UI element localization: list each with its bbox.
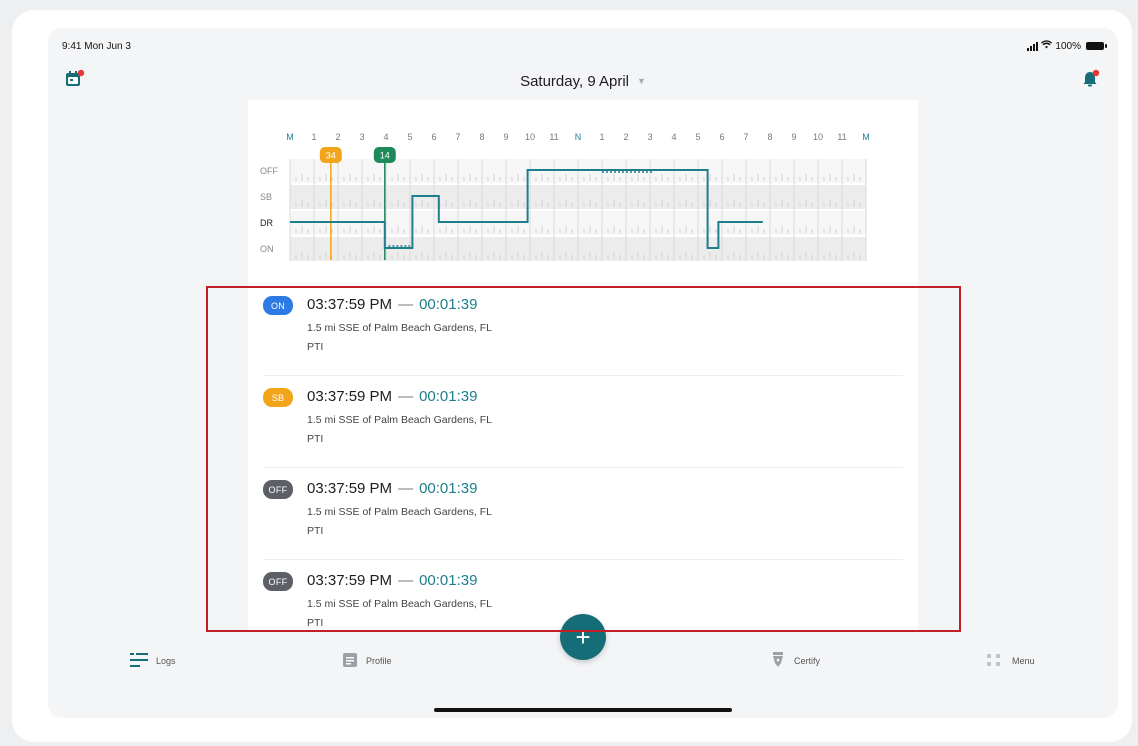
- event-location: 1.5 mi SSE of Palm Beach Gardens, FL: [307, 506, 493, 518]
- marker-label: 34: [326, 151, 336, 161]
- tab-certify-label: Certify: [794, 656, 821, 666]
- hour-tick-label: 1: [599, 132, 604, 142]
- home-indicator: [434, 708, 732, 712]
- event-time: 03:37:59 PM: [307, 480, 393, 497]
- add-event-button[interactable]: +: [560, 614, 606, 660]
- notification-bell-icon[interactable]: [1080, 68, 1102, 90]
- hour-tick-label: 2: [623, 132, 628, 142]
- event-duration: 00:01:39: [419, 572, 478, 589]
- event-note: PTI: [307, 341, 324, 353]
- event-row[interactable]: ON 03:37:59 PM — 00:01:39 1.5 mi SSE of Pa…: [263, 284, 903, 376]
- marker-label: 14: [380, 151, 390, 161]
- hour-tick-label: 1: [311, 132, 316, 142]
- tab-profile[interactable]: Profile: [342, 652, 392, 670]
- tab-certify[interactable]: Certify: [770, 652, 820, 670]
- tab-logs-label: Logs: [156, 656, 176, 666]
- hour-tick-label: 10: [525, 132, 535, 142]
- status-badge: OFF: [263, 480, 293, 499]
- hour-tick-label: 3: [647, 132, 652, 142]
- hour-tick-label: 5: [695, 132, 700, 142]
- hour-tick-label: 7: [455, 132, 460, 142]
- tab-menu-label: Menu: [1012, 656, 1035, 666]
- event-time-line: 03:37:59 PM — 00:01:39: [307, 572, 477, 589]
- date-selector[interactable]: Saturday, 9 April ▼: [248, 63, 918, 99]
- hour-tick-label: 11: [837, 132, 846, 142]
- hour-tick-label: 8: [479, 132, 484, 142]
- event-time: 03:37:59 PM: [307, 296, 393, 313]
- status-time: 9:41 Mon Jun 3: [62, 41, 131, 52]
- event-note: PTI: [307, 525, 324, 537]
- tablet-screen: 9:41 Mon Jun 3 100% Saturday, 9 April ▼: [48, 28, 1118, 718]
- graph-row-label: SB: [260, 192, 272, 202]
- event-location: 1.5 mi SSE of Palm Beach Gardens, FL: [307, 598, 493, 610]
- event-note: PTI: [307, 433, 324, 445]
- hour-tick-label: 10: [813, 132, 823, 142]
- separator: —: [398, 572, 414, 589]
- battery-icon: [1086, 42, 1107, 50]
- chevron-down-icon: ▼: [637, 76, 646, 86]
- hour-tick-label: 3: [359, 132, 364, 142]
- hour-tick-label: 8: [767, 132, 772, 142]
- tab-profile-label: Profile: [366, 656, 392, 666]
- selected-date: Saturday, 9 April: [520, 72, 630, 90]
- calendar-icon[interactable]: [64, 68, 86, 90]
- status-indicators: 100%: [1027, 40, 1107, 52]
- log-content-panel[interactable]: M 1 2 3 4 5 6 7 8 9 10 11 N 1 2 3 4 5 6 7 8 9 10 11 M OFF SB DR ON 34…: [248, 100, 918, 630]
- profile-icon: [342, 652, 358, 670]
- event-time: 03:37:59 PM: [307, 572, 393, 589]
- event-time-line: 03:37:59 PM — 00:01:39: [307, 388, 477, 405]
- tab-menu[interactable]: Menu: [986, 652, 1035, 670]
- signal-icon: [1027, 41, 1039, 51]
- hour-tick-label: M: [286, 132, 294, 142]
- hour-tick-label: N: [575, 132, 582, 142]
- hos-graph[interactable]: M 1 2 3 4 5 6 7 8 9 10 11 N 1 2 3 4 5 6 7 8 9 10 11 M OFF SB DR ON 34…: [248, 128, 918, 288]
- wifi-icon: [1041, 40, 1053, 52]
- certify-pen-icon: [770, 652, 786, 670]
- event-time: 03:37:59 PM: [307, 388, 393, 405]
- hour-tick-label: 9: [503, 132, 508, 142]
- hos-graph-svg: M 1 2 3 4 5 6 7 8 9 10 11 N 1 2 3 4 5 6 7 8 9 10 11 MOFFSBDRON34…: [260, 132, 870, 261]
- hour-tick-label: 6: [431, 132, 436, 142]
- event-list: ON 03:37:59 PM — 00:01:39 1.5 mi SSE of Pa…: [263, 284, 903, 630]
- event-duration: 00:01:39: [419, 388, 478, 405]
- hour-tick-label: 4: [671, 132, 676, 142]
- tab-logs[interactable]: Logs: [130, 652, 176, 670]
- event-time-line: 03:37:59 PM — 00:01:39: [307, 296, 477, 313]
- event-time-line: 03:37:59 PM — 00:01:39: [307, 480, 477, 497]
- hour-tick-label: 9: [791, 132, 796, 142]
- menu-grid-icon: [986, 652, 1004, 670]
- status-badge: SB: [263, 388, 293, 407]
- separator: —: [398, 388, 414, 405]
- hour-tick-label: 7: [743, 132, 748, 142]
- graph-row-label: ON: [260, 244, 274, 254]
- event-row[interactable]: SB 03:37:59 PM — 00:01:39 1.5 mi SSE of Pa…: [263, 376, 903, 468]
- hour-tick-label: 11: [549, 132, 558, 142]
- event-location: 1.5 mi SSE of Palm Beach Gardens, FL: [307, 414, 493, 426]
- hour-tick-label: 6: [719, 132, 724, 142]
- hour-tick-label: 4: [383, 132, 388, 142]
- battery-percent: 100%: [1055, 40, 1081, 52]
- graph-row-label: OFF: [260, 166, 278, 176]
- hour-tick-label: 2: [335, 132, 340, 142]
- event-duration: 00:01:39: [419, 480, 478, 497]
- event-duration: 00:01:39: [419, 296, 478, 313]
- status-badge: OFF: [263, 572, 293, 591]
- logs-icon: [130, 652, 148, 670]
- event-row[interactable]: OFF 03:37:59 PM — 00:01:39 1.5 mi SSE of P…: [263, 468, 903, 560]
- hour-tick-label: 5: [407, 132, 412, 142]
- status-badge: ON: [263, 296, 293, 315]
- event-location: 1.5 mi SSE of Palm Beach Gardens, FL: [307, 322, 493, 334]
- hour-tick-label: M: [862, 132, 870, 142]
- separator: —: [398, 480, 414, 497]
- separator: —: [398, 296, 414, 313]
- event-note: PTI: [307, 617, 324, 629]
- graph-row-label: DR: [260, 218, 273, 228]
